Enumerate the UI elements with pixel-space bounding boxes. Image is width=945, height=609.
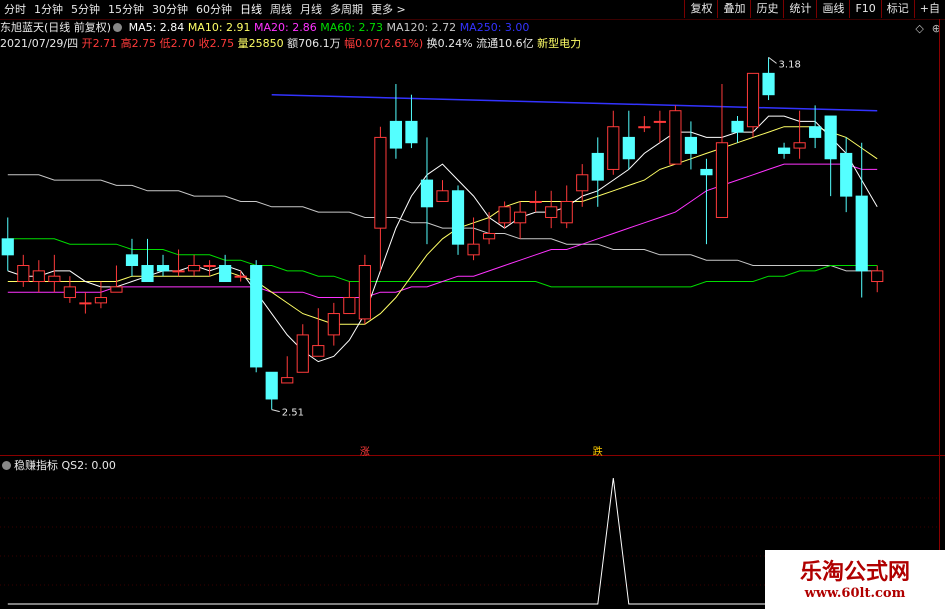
candle-body-45	[700, 168, 713, 176]
high-pointer	[768, 56, 777, 64]
candle-body-53	[824, 115, 837, 160]
ma250-line	[271, 93, 878, 112]
candle-body-16	[250, 265, 263, 368]
candle-body-33	[514, 211, 527, 224]
candle-body-15	[234, 275, 247, 278]
candle-body-19	[296, 334, 309, 373]
candle-body-10	[156, 265, 170, 272]
candle-body-11	[172, 270, 185, 273]
candle-body-26	[405, 120, 418, 144]
candle-body-2	[32, 270, 45, 283]
candle-body-31	[482, 232, 496, 240]
candle-body-39	[607, 126, 620, 170]
candle-body-25	[389, 120, 403, 149]
candle-body-1	[17, 265, 30, 283]
candle-body-3	[48, 275, 61, 283]
candle-body-14	[219, 265, 232, 283]
candle-body-21	[327, 313, 340, 336]
candle-body-54	[840, 152, 853, 197]
high-label: 3.18	[779, 59, 801, 70]
low-pointer	[271, 409, 280, 413]
candle-body-5	[79, 302, 92, 305]
candle-body-12	[187, 265, 201, 272]
candle-body-13	[203, 265, 216, 268]
candle-body-32	[498, 206, 511, 224]
candle-body-44	[684, 136, 698, 154]
candle-body-47	[731, 120, 744, 133]
indicator-name: 稳赚指标	[14, 459, 58, 472]
candle-body-43	[669, 110, 682, 165]
candle-body-50	[777, 147, 791, 154]
candle-body-51	[793, 142, 806, 149]
watermark-logo: 乐淘公式网 www.60lt.com	[765, 550, 945, 609]
candle-body-23	[358, 265, 371, 320]
candle-body-18	[281, 377, 294, 384]
candle-body-34	[529, 200, 542, 203]
candle-body-7	[110, 286, 123, 293]
candle-body-37	[576, 174, 589, 192]
candle-body-46	[715, 142, 729, 218]
candle-body-38	[591, 152, 604, 181]
candle-body-6	[94, 297, 108, 304]
indicator-value: QS2: 0.00	[61, 459, 116, 472]
candle-body-56	[871, 270, 884, 283]
candle-body-24	[374, 136, 387, 229]
candle-body-55	[855, 195, 868, 272]
indicator-settings-icon[interactable]	[2, 461, 11, 470]
candle-body-29	[451, 190, 465, 245]
candle-body-35	[545, 206, 558, 218]
mark-zhang: 涨	[360, 446, 370, 458]
candle-body-42	[653, 120, 666, 123]
candle-body-49	[762, 72, 775, 96]
indicator-legend: 稳赚指标 QS2: 0.00	[0, 459, 116, 473]
mark-die: 跌	[593, 445, 603, 458]
qs2-line	[7, 477, 878, 605]
candle-body-30	[467, 243, 480, 256]
low-label: 2.51	[282, 408, 304, 419]
candle-body-4	[63, 286, 76, 299]
kline-chart[interactable]: 3.18 2.51 涨 跌	[0, 0, 945, 609]
candle-body-22	[343, 297, 356, 315]
watermark-url: www.60lt.com	[804, 586, 906, 601]
candle-body-8	[125, 254, 139, 267]
ma10-line	[7, 126, 878, 325]
candle-body-17	[265, 371, 278, 400]
watermark-title: 乐淘公式网	[799, 559, 910, 585]
candle-body-28	[436, 190, 449, 202]
candle-body-36	[560, 200, 573, 224]
candle-body-9	[141, 265, 154, 283]
candle-body-48	[746, 72, 760, 128]
candle-body-52	[809, 126, 822, 138]
candle-body-0	[1, 238, 14, 256]
candle-body-41	[638, 126, 651, 129]
candle-body-20	[312, 345, 325, 357]
candle-body-40	[622, 136, 635, 160]
candle-body-27	[420, 179, 434, 208]
